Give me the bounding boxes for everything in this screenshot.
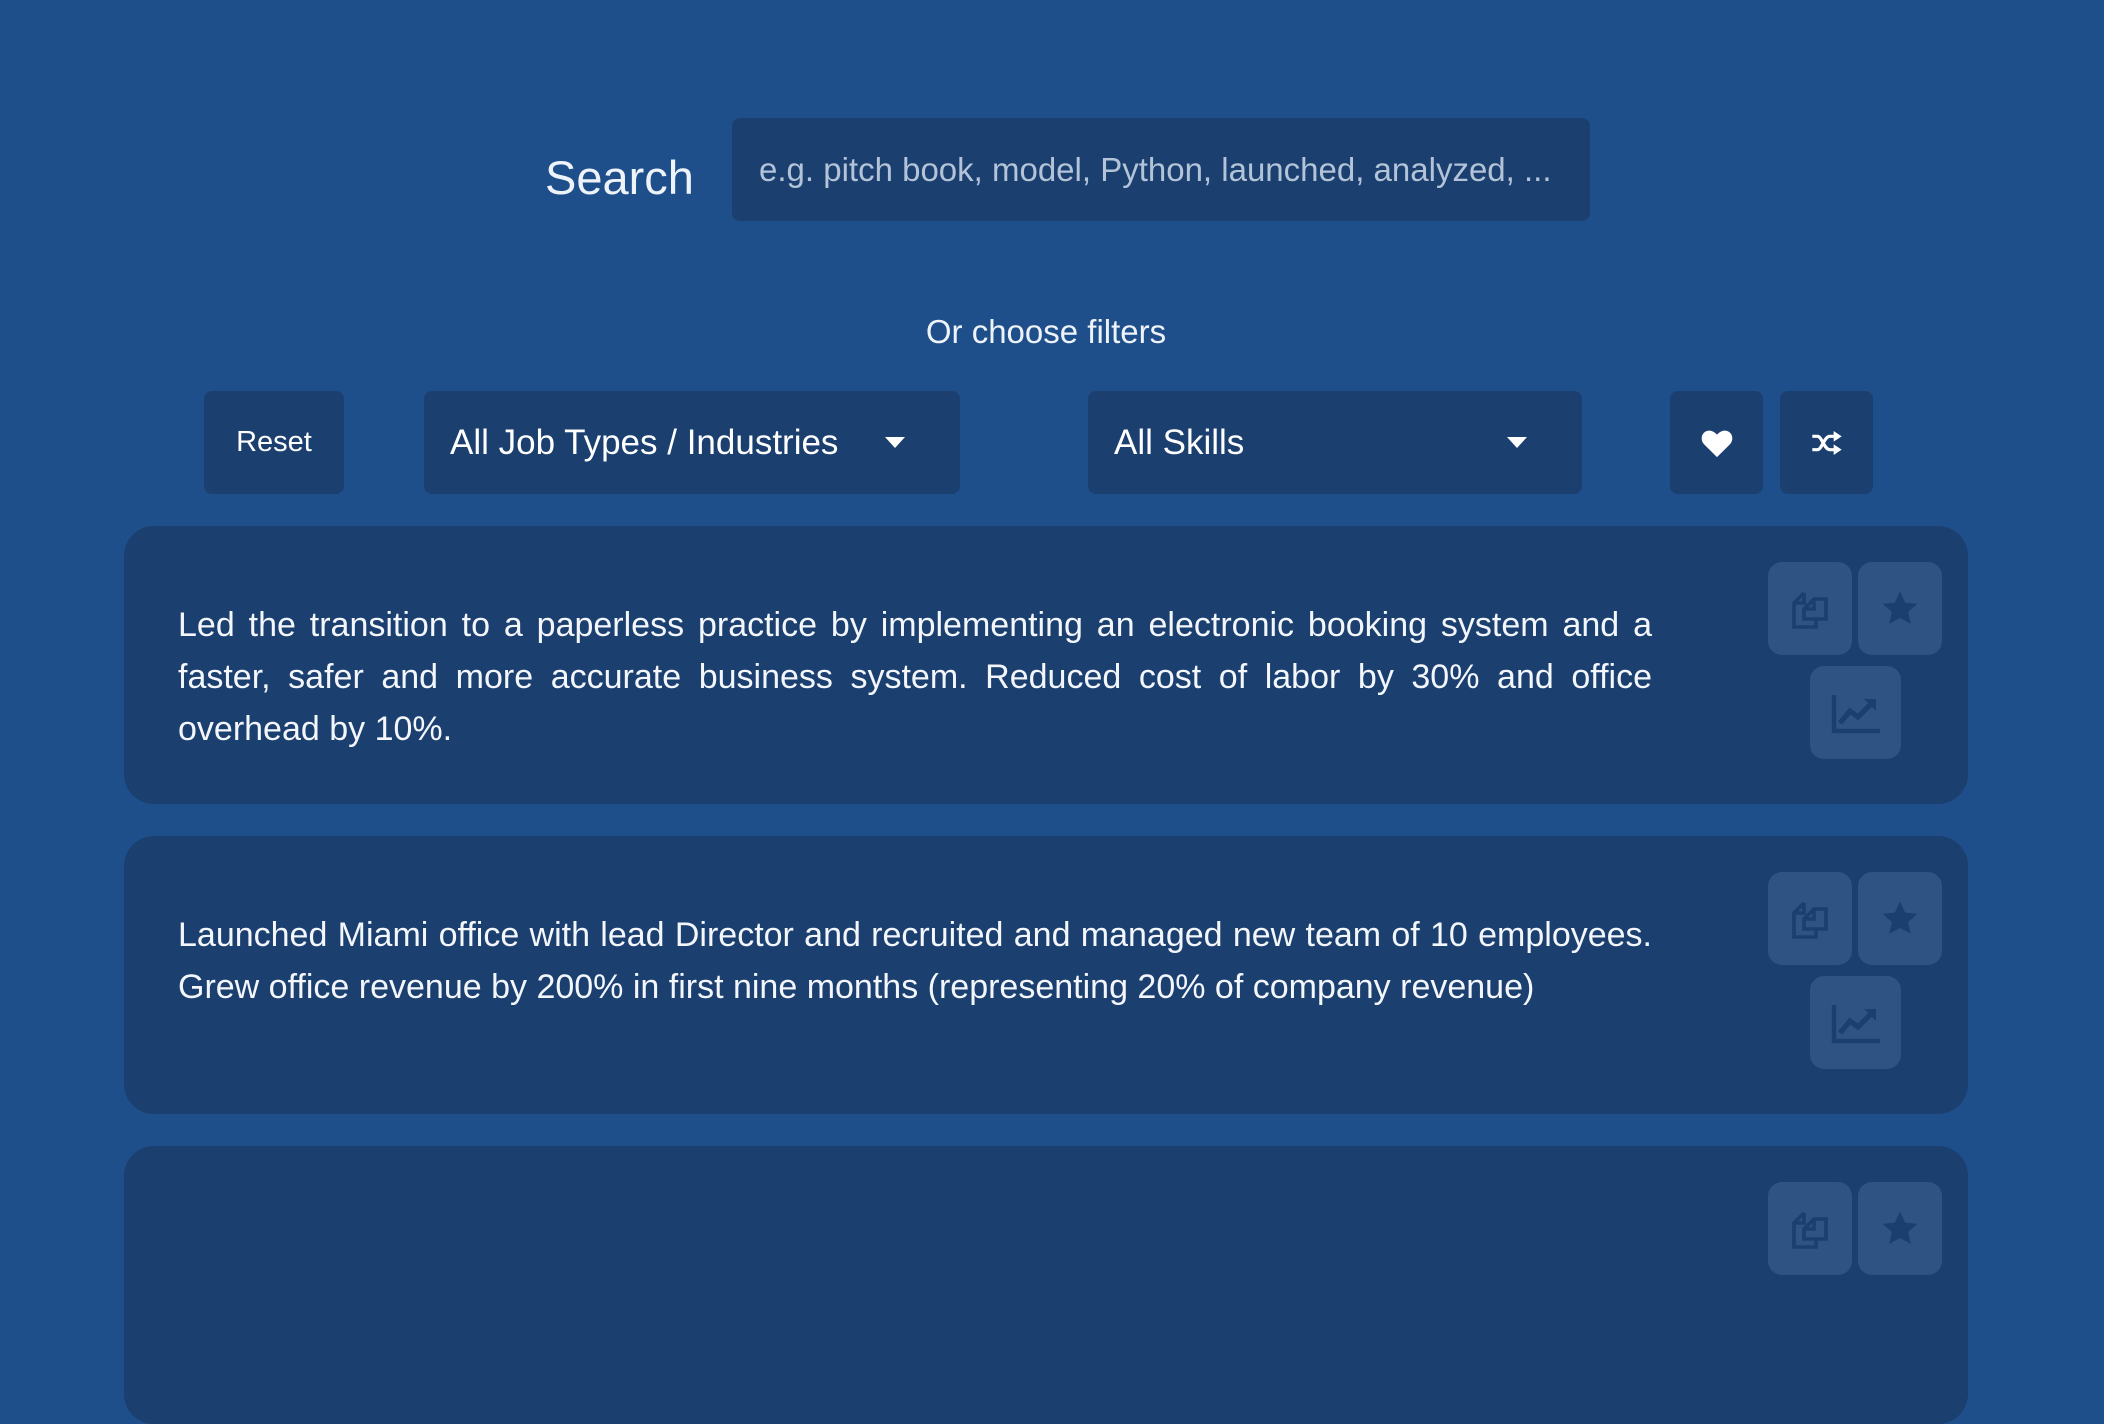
chart-icon [1831,1004,1880,1043]
result-card: Led the transition to a paperless practi… [124,526,1968,804]
result-text: Launched Miami office with lead Director… [178,916,1652,1006]
job-type-select-value: All Job Types / Industries [450,422,839,462]
copy-button[interactable] [1768,872,1852,965]
caret-down-icon [1507,437,1527,448]
filters-heading: Or choose filters [925,313,1167,350]
skills-select-value: All Skills [1114,422,1245,462]
heart-icon [1701,430,1732,457]
result-card [124,1146,1968,1424]
result-card: Launched Miami office with lead Director… [124,836,1968,1114]
copy-button[interactable] [1768,1182,1852,1275]
chart-icon [1831,694,1880,733]
copy-icon [1792,591,1828,629]
star-icon [1882,1211,1918,1244]
caret-down-icon [885,437,905,448]
skills-select[interactable]: All Skills [1088,391,1582,494]
stats-button[interactable] [1810,666,1901,759]
favorite-button[interactable] [1858,1182,1942,1275]
search-label: Search [545,151,694,204]
favorite-button[interactable] [1858,872,1942,965]
job-type-select[interactable]: All Job Types / Industries [424,391,960,494]
shuffle-button[interactable] [1780,391,1873,494]
reset-button[interactable]: Reset [204,391,344,494]
star-icon [1882,591,1918,624]
result-text: Led the transition to a paperless practi… [178,606,1652,748]
star-icon [1882,901,1918,934]
shuffle-icon [1811,430,1842,455]
stats-button[interactable] [1810,976,1901,1069]
copy-icon [1792,901,1828,939]
search-input[interactable] [732,118,1590,221]
favorite-button[interactable] [1858,562,1942,655]
favorites-button[interactable] [1670,391,1763,494]
copy-button[interactable] [1768,562,1852,655]
